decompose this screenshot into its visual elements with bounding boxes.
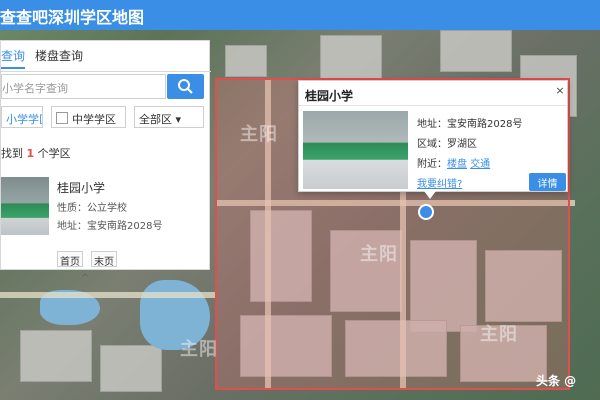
school-thumbnail[interactable] (1, 177, 49, 235)
result-school-name[interactable]: 桂园小学 (57, 179, 105, 196)
school-info-popup: 桂园小学 × 地址：宝安南路2028号 区域：罗湖区 附近：楼盘 交通 我要纠错… (298, 80, 568, 192)
search-button[interactable] (167, 74, 204, 99)
search-panel: 查询 楼盘查询 小学名字查询 小学学区 中学学区 全部区 ▾ 找到 1 个学区 … (0, 40, 211, 284)
filter-all-districts[interactable]: 全部区 ▾ (134, 106, 204, 128)
report-error-link[interactable]: 我要纠错? (417, 175, 462, 190)
school-photo (303, 111, 408, 189)
result-type-value: 公立学校 (87, 203, 127, 214)
popup-school-name: 桂园小学 (305, 89, 354, 103)
school-search-input[interactable]: 小学名字查询 (1, 74, 166, 99)
filter-middle-school[interactable]: 中学学区 (51, 106, 126, 128)
pager-first-button[interactable]: 首页 (57, 251, 83, 268)
school-location-marker[interactable] (418, 204, 434, 220)
tab-property-search[interactable]: 楼盘查询 (35, 47, 83, 64)
map-lake (140, 280, 210, 350)
map-building (320, 35, 382, 82)
result-count-number: 1 (26, 147, 35, 160)
popup-divider (299, 105, 567, 106)
top-bar: 查查吧深圳学区地图 (0, 0, 600, 30)
result-address-value: 宝安南路2028号 (87, 221, 163, 232)
map-building (440, 30, 512, 72)
popup-district-label: 区域： (417, 139, 447, 150)
details-button[interactable]: 详情 (529, 173, 566, 191)
checkbox-icon[interactable] (56, 112, 68, 124)
nearby-properties-link[interactable]: 楼盘 (447, 159, 467, 170)
result-count-prefix: 找到 (1, 147, 23, 160)
map-building (100, 345, 162, 392)
result-type-label: 性质： (57, 203, 87, 214)
search-tabs: 查询 楼盘查询 (1, 41, 211, 72)
source-tag: 头条 @ (536, 374, 577, 388)
popup-nearby: 附近：楼盘 交通 (417, 155, 490, 170)
district-filters: 小学学区 中学学区 全部区 ▾ (1, 105, 211, 131)
collapse-panel-icon[interactable]: ^ (81, 273, 89, 284)
filter-primary-school[interactable]: 小学学区 (1, 106, 43, 128)
tab-school-search[interactable]: 查询 (1, 47, 26, 69)
result-item[interactable]: 桂园小学 性质：公立学校 地址：宝安南路2028号 (1, 165, 211, 237)
result-count-suffix: 个学区 (37, 147, 71, 160)
popup-district-value: 罗湖区 (447, 139, 477, 150)
result-count: 找到 1 个学区 (1, 145, 71, 161)
popup-district: 区域：罗湖区 (417, 135, 477, 150)
nearby-transport-link[interactable]: 交通 (470, 159, 490, 170)
result-school-type: 性质：公立学校 (57, 199, 127, 214)
filter-middle-school-label: 中学学区 (72, 113, 116, 126)
map-road (0, 292, 215, 298)
map-building (225, 45, 267, 77)
popup-nearby-label: 附近： (417, 159, 447, 170)
app-title: 查查吧深圳学区地图 (0, 8, 145, 27)
popup-address: 地址：宝安南路2028号 (417, 115, 522, 130)
popup-address-value: 宝安南路2028号 (447, 119, 523, 130)
result-address-label: 地址： (57, 221, 87, 232)
result-school-address: 地址：宝安南路2028号 (57, 217, 162, 232)
map-building (20, 330, 92, 382)
popup-address-label: 地址： (417, 119, 447, 130)
search-icon (178, 79, 193, 94)
pager-last-button[interactable]: 末页 (91, 251, 117, 268)
popup-pointer (424, 191, 436, 199)
close-icon[interactable]: × (554, 85, 566, 97)
